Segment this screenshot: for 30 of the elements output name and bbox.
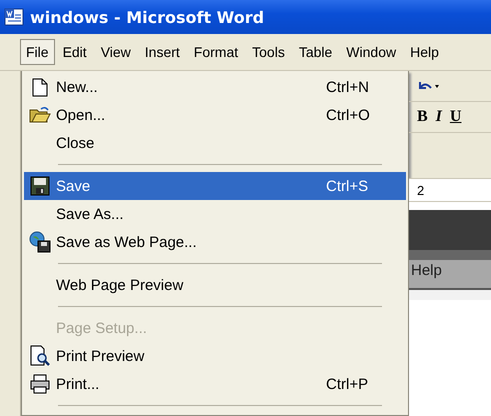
image-caption: Help [411, 262, 442, 279]
menu-item[interactable]: New... Ctrl+N [24, 73, 406, 101]
menu-title[interactable]: Insert [138, 39, 186, 65]
menu-item[interactable]: Save as Web Page... [24, 228, 406, 256]
menu-title[interactable]: View [94, 39, 137, 65]
menu-title[interactable]: Table [292, 39, 338, 65]
menu-item[interactable]: Save As... [24, 200, 406, 228]
ruler-number: 2 [417, 182, 424, 198]
menu-title[interactable]: Edit [56, 39, 93, 65]
menu-title[interactable]: Tools [246, 39, 291, 65]
globe-disk-icon [29, 231, 51, 253]
window-title: windows - Microsoft Word [30, 8, 264, 26]
folder-icon [29, 106, 51, 124]
printer-icon [29, 374, 51, 394]
menu-title[interactable]: Window [340, 39, 402, 65]
page-magnifier-icon [29, 345, 51, 367]
menu-title[interactable]: Format [188, 39, 244, 65]
menu-item[interactable]: Save Ctrl+S [24, 172, 406, 200]
menu-item[interactable]: Print Preview [24, 342, 406, 370]
menu-item[interactable]: Close [24, 129, 406, 157]
menu-title[interactable]: File [20, 39, 55, 65]
menu-title[interactable]: Help [404, 39, 445, 65]
word-logo-icon [4, 7, 24, 27]
blank-page-icon [32, 78, 48, 96]
format-button[interactable]: B [417, 108, 428, 126]
format-button[interactable]: U [450, 108, 462, 126]
menu-item[interactable]: Web Page Preview [24, 271, 406, 299]
menu-item[interactable]: Open... Ctrl+O [24, 101, 406, 129]
format-button[interactable]: I [436, 108, 442, 126]
menu-item[interactable]: Print... Ctrl+P [24, 370, 406, 398]
